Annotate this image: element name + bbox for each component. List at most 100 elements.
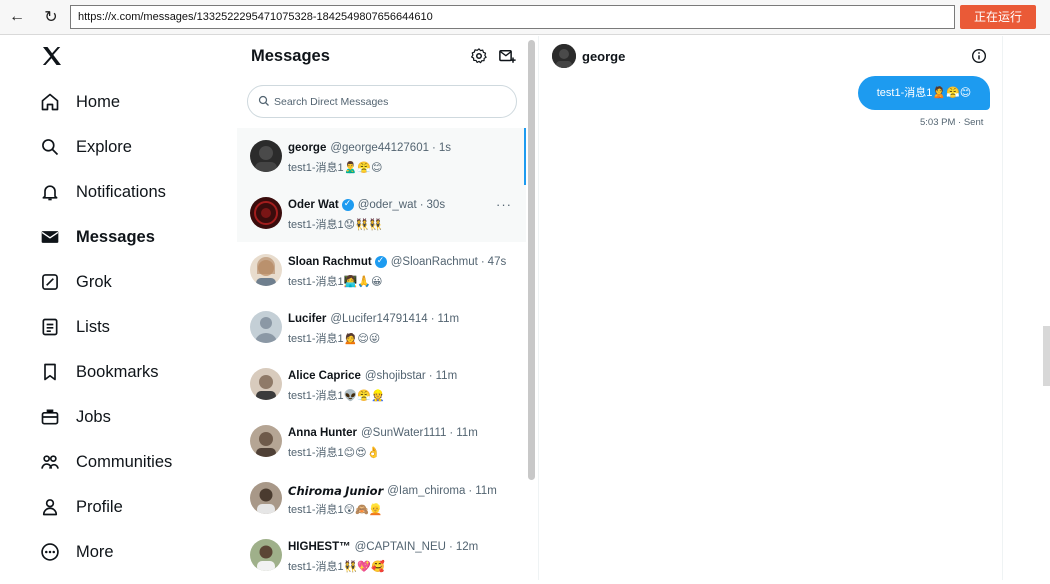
nav-item-lists[interactable]: Lists: [38, 312, 110, 342]
conversation-item[interactable]: george @george44127601 · 1s test1-消息1🙎‍♂️😤😊: [237, 128, 526, 185]
messages-panel: Messages Search Direct Messages george @g…: [237, 36, 539, 580]
avatar: [250, 425, 282, 457]
avatar[interactable]: [552, 44, 576, 68]
nav-item-home[interactable]: Home: [38, 87, 120, 117]
messages-title: Messages: [251, 47, 330, 65]
bell-icon: [38, 180, 62, 204]
chat-contact-name[interactable]: george: [582, 49, 625, 64]
conversation-item[interactable]: Anna Hunter @SunWater1111 · 11m test1-消息1😊😍…: [237, 413, 526, 470]
conversation-item[interactable]: Sloan Rachmut@SloanRachmut·47s test1-消息1…: [237, 242, 526, 299]
x-app: Home Explore Notifications Messages Grok: [0, 36, 1050, 580]
browser-toolbar: ← ↻ https://x.com/messages/1332522295471…: [0, 0, 1050, 35]
avatar: [250, 482, 282, 514]
nav-label: More: [76, 542, 114, 561]
contact-handle: @SloanRachmut: [390, 256, 478, 268]
people-icon: [38, 450, 62, 474]
bookmark-icon: [38, 360, 62, 384]
person-icon: [38, 495, 62, 519]
new-message-icon[interactable]: [498, 47, 516, 65]
info-icon[interactable]: [971, 48, 987, 64]
nav-label: Bookmarks: [76, 362, 159, 381]
nav-label: Lists: [76, 317, 110, 336]
verified-badge-icon: [341, 198, 354, 211]
nav-item-messages[interactable]: Messages: [38, 222, 155, 252]
nav-label: Notifications: [76, 182, 166, 201]
contact-handle: @oder_wat: [357, 199, 417, 211]
running-status-button[interactable]: 正在运行: [960, 5, 1036, 29]
grok-icon: [38, 270, 62, 294]
conversation-item[interactable]: 𝘾𝙝𝙞𝙧𝙤𝙢𝙖 𝙅𝙪𝙣𝙞𝙤𝙧 @Iam_chiroma · 11m test1-消息1…: [237, 470, 526, 527]
divider: [1002, 36, 1003, 580]
message-preview: test1-消息1😊😍👌: [288, 447, 381, 459]
page-scrollbar[interactable]: [1043, 326, 1050, 386]
contact-handle: @george44127601: [330, 142, 429, 154]
contact-name: Alice Caprice: [288, 370, 361, 382]
nav-item-grok[interactable]: Grok: [38, 267, 112, 297]
more-circle-icon: [38, 540, 62, 564]
message-time: 30s: [426, 199, 446, 211]
message-preview: test1-消息1👩‍💻🙏😀: [288, 276, 383, 288]
message-time: 1s: [438, 142, 451, 154]
search-icon: [38, 135, 62, 159]
nav-label: Jobs: [76, 407, 111, 426]
nav-label: Home: [76, 92, 121, 111]
search-input[interactable]: Search Direct Messages: [247, 85, 517, 118]
contact-name: HIGHEST™: [288, 541, 351, 553]
verified-badge-icon: [374, 255, 387, 268]
contact-name: Sloan Rachmut: [288, 256, 372, 268]
message-time: 11m: [456, 427, 478, 439]
home-icon: [38, 90, 62, 114]
message-time: 11m: [435, 370, 458, 382]
nav-item-communities[interactable]: Communities: [38, 447, 172, 477]
more-options-icon[interactable]: ···: [496, 197, 512, 212]
briefcase-icon: [38, 405, 62, 429]
contact-name: Lucifer: [288, 313, 327, 325]
nav-item-explore[interactable]: Explore: [38, 132, 132, 162]
conversation-item[interactable]: Lucifer @Lucifer14791414 · 11m test1-消息1🙍😌😜: [237, 299, 526, 356]
message-preview: test1-消息1👽😤👷: [288, 390, 385, 402]
settings-gear-icon[interactable]: [470, 47, 488, 65]
nav-label: Communities: [76, 452, 173, 471]
message-time: 11m: [437, 313, 460, 325]
conversation-scrollbar[interactable]: [528, 40, 535, 480]
sent-message-bubble[interactable]: test1-消息1🙎😤😊: [858, 76, 990, 110]
conversation-item[interactable]: HIGHEST™ @CAPTAIN_NEU · 12m test1-消息1👯💖🥰: [237, 527, 526, 584]
avatar: [250, 311, 282, 343]
message-timestamp: 5:03 PM · Sent: [920, 117, 984, 128]
message-preview: test1-消息1🙍😌😜: [288, 333, 381, 345]
list-icon: [38, 315, 62, 339]
nav-label: Explore: [76, 137, 132, 156]
side-navigation: Home Explore Notifications Messages Grok: [0, 36, 237, 580]
conversation-item[interactable]: Oder Wat@oder_wat·30s test1-消息1😟👯👯 ···: [237, 185, 526, 242]
message-preview: test1-消息1😟👯👯: [288, 219, 383, 231]
nav-item-jobs[interactable]: Jobs: [38, 402, 111, 432]
avatar: [250, 197, 282, 229]
avatar: [250, 539, 282, 571]
contact-name: 𝘾𝙝𝙞𝙧𝙤𝙢𝙖 𝙅𝙪𝙣𝙞𝙤𝙧: [288, 486, 384, 498]
contact-handle: @Iam_chiroma: [387, 485, 466, 497]
message-time: 12m: [455, 541, 479, 553]
nav-item-bookmarks[interactable]: Bookmarks: [38, 357, 159, 387]
message-time: 11m: [475, 485, 497, 497]
reload-icon[interactable]: ↻: [40, 7, 62, 27]
message-time: 47s: [487, 256, 507, 268]
avatar: [250, 368, 282, 400]
address-bar[interactable]: https://x.com/messages/13325222954710753…: [70, 5, 955, 29]
nav-item-notifications[interactable]: Notifications: [38, 177, 166, 207]
back-arrow-icon[interactable]: ←: [6, 7, 28, 27]
contact-name: Oder Wat: [288, 199, 339, 211]
contact-name: george: [288, 142, 327, 154]
nav-item-profile[interactable]: Profile: [38, 492, 123, 522]
contact-handle: @shojibstar: [364, 370, 426, 382]
avatar: [250, 140, 282, 172]
nav-label: Messages: [76, 227, 155, 246]
x-logo-icon[interactable]: [40, 44, 64, 68]
nav-label: Profile: [76, 497, 123, 516]
chat-pane: george test1-消息1🙎😤😊 5:03 PM · Sent: [540, 36, 1002, 580]
message-preview: test1-消息1👯💖🥰: [288, 561, 385, 573]
envelope-icon: [38, 225, 62, 249]
conversation-item[interactable]: Alice Caprice @shojibstar · 11m test1-消息1👽😤…: [237, 356, 526, 413]
nav-item-more[interactable]: More: [38, 537, 114, 567]
contact-handle: @CAPTAIN_NEU: [354, 541, 446, 553]
avatar: [250, 254, 282, 286]
